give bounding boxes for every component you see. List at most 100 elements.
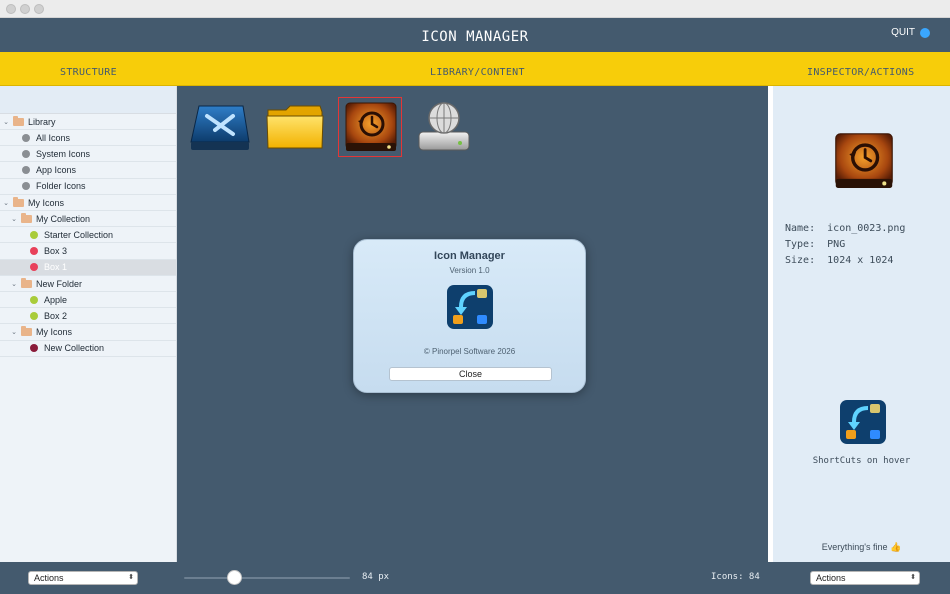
time-machine-drive-icon [345,102,397,151]
sidebar-item-label: My Icons [36,327,73,338]
library-icon-1[interactable] [189,98,251,156]
sidebar-item[interactable]: ⌄ Library [0,114,176,130]
sidebar-item[interactable]: All Icons [0,130,176,147]
sidebar-item[interactable]: Apple [0,292,176,309]
folder-icon [21,212,32,223]
library-content: Icon Manager Version 1.0 © Pinorpel Soft… [177,86,768,562]
meta-size-value: 1024 x 1024 [827,255,894,266]
minimize-window-button[interactable] [20,4,30,14]
sidebar-item[interactable]: Box 2 [0,308,176,325]
meta-type-value: PNG [827,239,846,250]
disclosure-chevron-icon[interactable]: ⌄ [10,328,18,336]
collection-dot-icon [30,263,38,272]
structure-header: STRUCTURE [60,67,117,78]
sidebar-item[interactable]: ⌄ My Icons [0,325,176,341]
left-actions-label: Actions [34,573,64,583]
icon-size-value: 84 px [362,572,390,582]
folder-icon [13,115,24,126]
collection-dot-icon [22,149,30,158]
about-copyright: © Pinorpel Software 2026 [423,347,516,356]
disclosure-chevron-icon[interactable]: ⌄ [10,280,18,288]
sidebar-item[interactable]: New Collection [0,341,176,357]
close-window-button[interactable] [6,4,16,14]
sidebar-item[interactable]: ⌄ My Collection [0,211,176,228]
sidebar-item[interactable]: Box 3 [0,244,176,260]
meta-name-value: icon_0023.png [827,223,906,234]
sidebar-item[interactable]: System Icons [0,146,176,163]
icon-size-slider-thumb[interactable] [226,570,242,585]
sidebar-item-label: System Icons [36,148,91,159]
sidebar-item-label: New Folder [36,278,83,289]
about-close-button[interactable]: Close [389,367,552,381]
collection-dot-icon [22,182,30,191]
column-header-bar: STRUCTURE LIBRARY/CONTENT INSPECTOR/ACTI… [0,52,950,86]
sidebar-item[interactable]: Folder Icons [0,179,176,195]
xcode-drive-icon [190,105,250,150]
about-dialog: Icon Manager Version 1.0 © Pinorpel Soft… [353,239,586,393]
updown-chevron-icon: ⬍ [128,574,134,581]
inspector-preview-icon [835,133,893,188]
bottom-bar: Actions ⬍ 84 px Icons: 84 Actions ⬍ [0,562,950,594]
meta-name-label: Name: [785,223,816,234]
sidebar-item[interactable]: ⌄ My Icons [0,195,176,211]
updown-chevron-icon: ⬍ [910,574,916,581]
disclosure-chevron-icon[interactable]: ⌄ [10,215,18,223]
zoom-window-button[interactable] [34,4,44,14]
disclosure-chevron-icon[interactable]: ⌄ [2,118,10,126]
inspector-panel: Name: icon_0023.png Type: PNG Size: 1024… [768,86,950,562]
sidebar-item[interactable]: ⌄ New Folder [0,276,176,292]
structure-sidebar: ⌄ Library All Icons System Icons App Icons Fo… [0,86,177,562]
sidebar-item[interactable]: App Icons [0,163,176,179]
library-icon-2[interactable] [264,98,326,156]
sidebar-item[interactable]: Starter Collection [0,227,176,244]
sidebar-item[interactable]: Box 1 [0,259,176,276]
sidebar-item-label: My Icons [28,197,65,208]
app-header: ICON MANAGER QUIT [0,18,950,52]
right-actions-label: Actions [816,573,846,583]
sidebar-item-label: My Collection [36,213,91,224]
meta-name-row: Name: icon_0023.png [785,223,905,234]
app-title: ICON MANAGER [421,29,529,45]
meta-type-row: Type: PNG [785,239,845,250]
meta-size-row: Size: 1024 x 1024 [785,255,893,266]
sidebar-item-label: Apple [44,294,68,305]
collection-dot-icon [22,133,30,142]
sidebar-item-label: App Icons [36,165,77,176]
collection-dot-icon [22,166,30,175]
shortcut-app-icon[interactable] [839,400,887,444]
shortcut-label: ShortCuts on hover [812,456,911,466]
left-actions-select[interactable]: Actions ⬍ [28,571,138,585]
folder-icon [21,326,32,337]
meta-size-label: Size: [785,255,816,266]
library-icon-3[interactable] [338,97,402,157]
meta-type-label: Type: [785,239,816,250]
inspector-header: INSPECTOR/ACTIONS [807,67,915,78]
quit-label: QUIT [891,27,915,38]
quit-button[interactable]: QUIT [891,27,930,38]
folder-icon [13,196,24,207]
collection-dot-icon [30,344,38,353]
sidebar-item-label: Box 3 [44,246,68,257]
quit-dot-icon [920,27,930,38]
sidebar-item-label: Folder Icons [36,181,86,192]
sidebar-top-strip [0,86,176,114]
sidebar-item-label: Box 1 [44,262,68,273]
collection-dot-icon [30,295,38,304]
yellow-folder-icon [266,105,324,149]
sidebar-item-label: New Collection [44,343,105,354]
folder-icon [21,277,32,288]
collection-dot-icon [30,230,38,239]
icons-count: Icons: 84 [711,572,760,582]
sidebar-item-label: All Icons [36,132,71,143]
sidebar-item-label: Box 2 [44,310,68,321]
disclosure-chevron-icon[interactable]: ⌄ [2,199,10,207]
about-version: Version 1.0 [449,266,490,275]
library-header: LIBRARY/CONTENT [430,67,525,78]
icon-size-slider-track[interactable] [184,577,350,579]
collection-dot-icon [30,311,38,320]
library-icon-4[interactable] [413,98,475,156]
sidebar-item-label: Starter Collection [44,229,114,240]
window-titlebar [0,0,950,18]
network-drive-icon [418,102,470,151]
right-actions-select[interactable]: Actions ⬍ [810,571,920,585]
